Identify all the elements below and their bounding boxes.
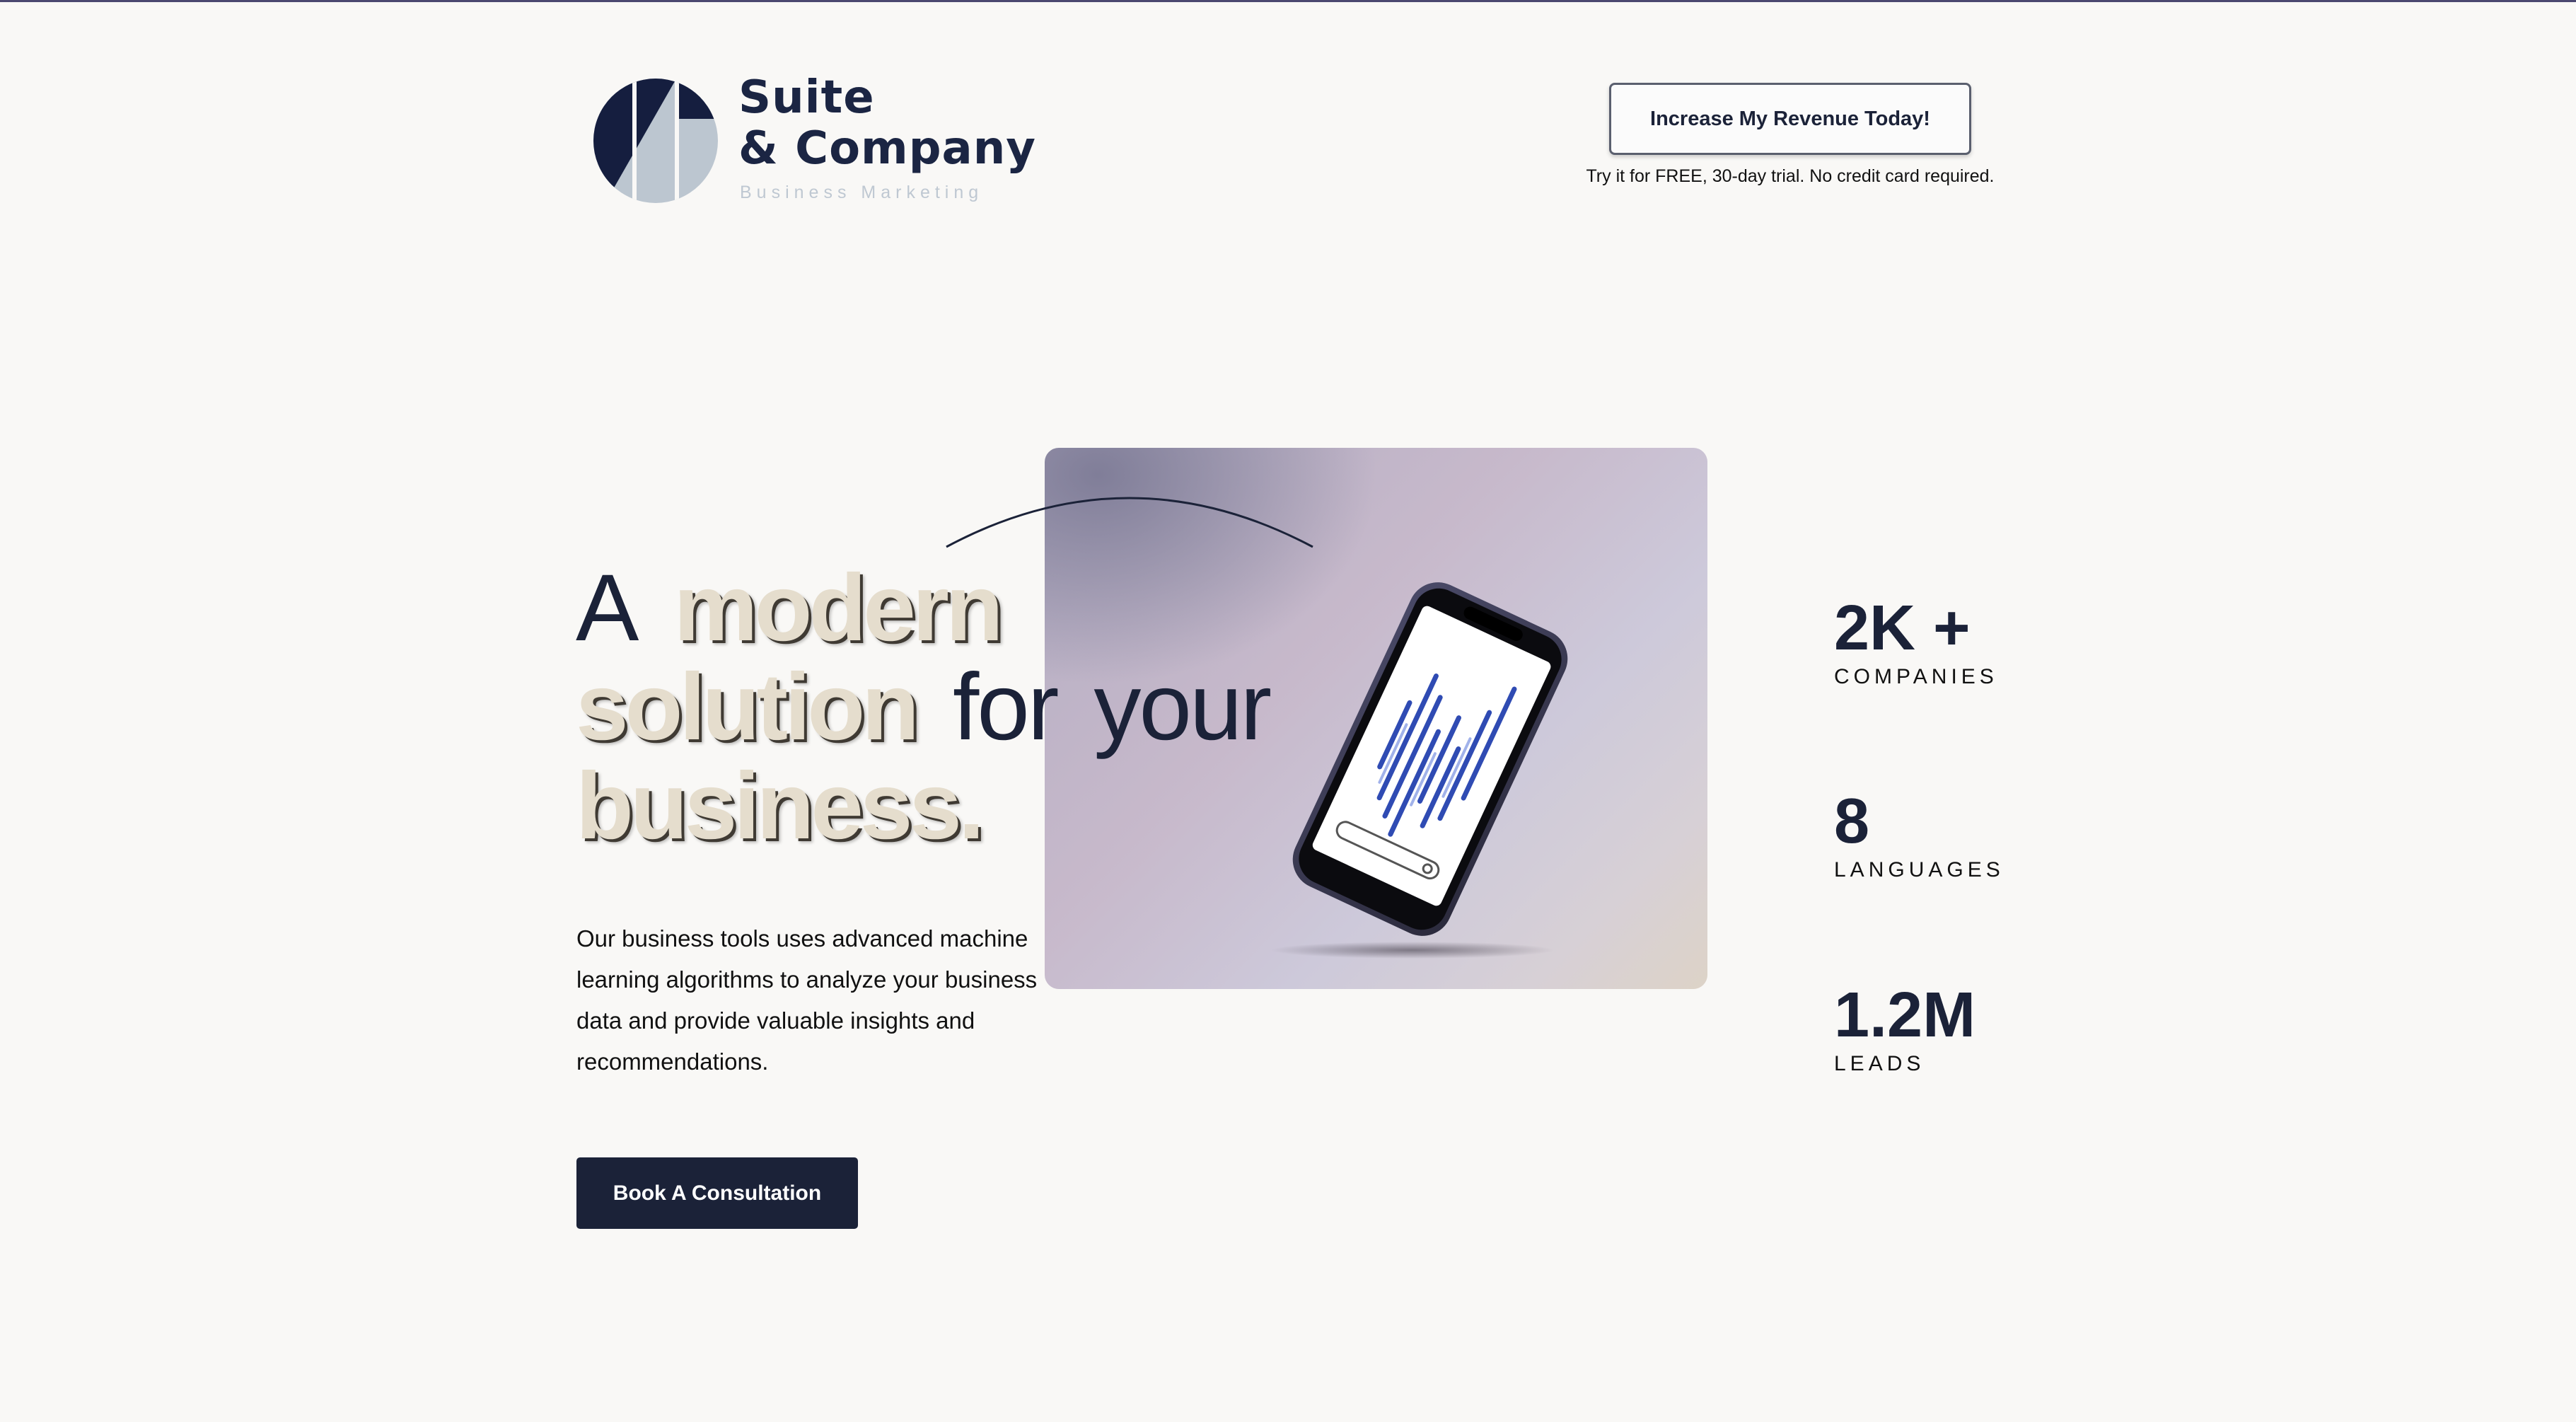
brand-tagline: Business Marketing <box>740 183 984 202</box>
hero-description: Our business tools uses advanced machine… <box>576 925 1038 1075</box>
book-consultation-button[interactable]: Book A Consultation <box>576 1157 858 1229</box>
brand-name: Suite & Company <box>738 72 1036 174</box>
headline-word-a: A <box>576 555 639 661</box>
brand-name-line2: & Company <box>738 122 1036 175</box>
stat-value: 2K + <box>1834 593 1971 664</box>
top-border <box>0 0 2576 2</box>
hero-headline: Amodern solution for your business. <box>576 559 1354 856</box>
headline-word-your: your <box>1093 654 1272 760</box>
stat-label: COMPANIES <box>1834 665 1998 688</box>
trial-note: Try it for FREE, 30-day trial. No credit… <box>1586 166 1995 186</box>
logo-mark-icon <box>593 79 718 203</box>
stat-leads: 1.2M LEADS <box>1834 981 1975 1076</box>
stat-value: 1.2M <box>1834 980 1976 1051</box>
headline-word-solution: solution <box>576 654 919 760</box>
stat-label: LEADS <box>1834 1052 1925 1075</box>
brand-logo[interactable]: Suite & Company Business Marketing <box>591 72 1035 214</box>
increase-revenue-button[interactable]: Increase My Revenue Today! <box>1609 83 1971 155</box>
stat-languages: 8 LANGUAGES <box>1834 787 2004 882</box>
headline-word-for: for <box>953 654 1059 760</box>
stat-companies: 2K + COMPANIES <box>1834 594 1998 689</box>
headline-word-modern: modern <box>673 555 1003 661</box>
headline-word-business: business. <box>576 753 985 859</box>
decorative-arc <box>946 497 1313 548</box>
brand-name-line1: Suite <box>738 71 875 124</box>
stat-value: 8 <box>1834 786 1870 857</box>
stat-label: LANGUAGES <box>1834 858 2004 881</box>
